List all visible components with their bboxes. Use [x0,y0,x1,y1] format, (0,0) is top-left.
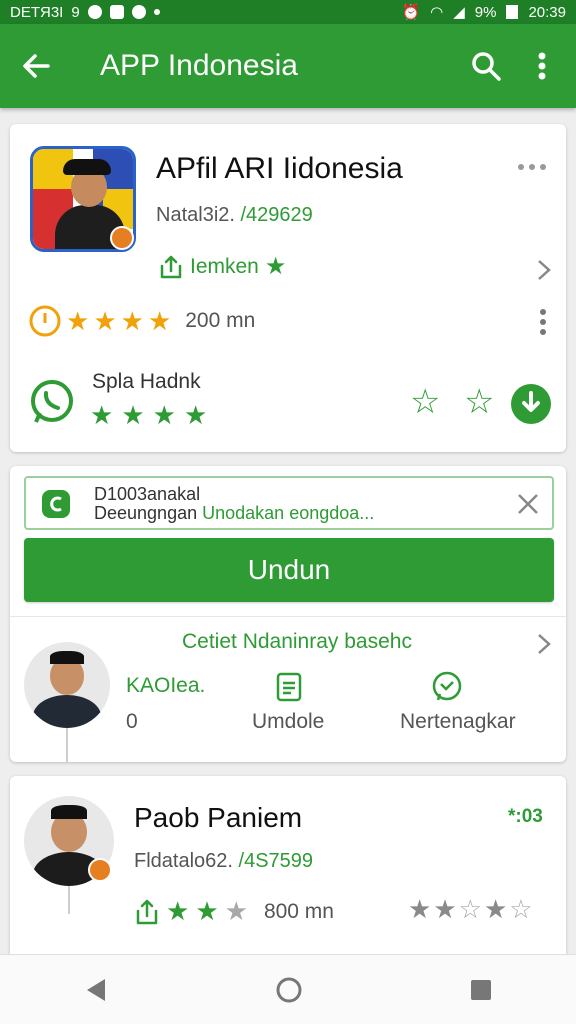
review-star: ★ [483,894,508,924]
status-bar: DETЯ3I 9 ⏰ ◠ ◢ 9% 20:39 [0,0,576,24]
rating-star: ★ [147,305,172,336]
badge-icon [88,858,112,882]
green-star: ★ [152,400,176,430]
rating-row: ★ ★ ★ 800 mn [134,896,334,927]
col1-value: 0 [126,710,138,733]
battery-text: 9% [474,3,497,21]
tag-label: Iemken [190,254,259,278]
favorite-star-outline-icon[interactable]: ☆ [410,382,440,422]
share-icon [136,899,158,924]
tag-row[interactable]: Iemken ★ [158,252,286,281]
app-bar: APP Indonesia [0,24,576,108]
search-line2: Deeungngan Unodakan eongdoa... [94,503,374,524]
chevron-right-icon[interactable] [536,632,552,656]
overflow-menu-button[interactable] [514,24,570,108]
star-icon: ★ [264,253,287,280]
more-vert-icon[interactable] [538,308,548,336]
back-button[interactable] [0,24,72,108]
green-star: ★ [183,400,208,430]
notification-icon [87,5,102,19]
chevron-right-icon[interactable] [536,258,552,282]
nav-home-icon[interactable] [275,976,303,1004]
alarm-icon: ⏰ [401,4,421,21]
search-box[interactable]: D1003anakal Deeungngan Unodakan eongdoa.… [24,476,554,530]
review-star-empty: ☆ [458,894,482,924]
nav-back-icon[interactable] [83,976,109,1004]
rating-star-empty: ★ [224,896,248,926]
app-badge-icon [42,490,70,518]
share-icon [160,255,182,278]
app-subtitle: Fldatalo62. /4S7599 [134,850,313,873]
close-icon[interactable] [516,492,540,516]
clock: 20:39 [528,3,566,21]
subtitle-prefix: Fldatalo62. [134,850,233,872]
subtitle-code: /429629 [240,204,313,226]
green-star: ★ [121,400,145,430]
carrier-label: DETЯ3I [10,3,64,21]
system-nav-bar [0,954,576,1024]
notification-glyph: 9 [71,3,80,21]
review-star: ★ [408,894,432,924]
more-horiz-icon[interactable] [516,162,548,172]
dot-icon [153,9,160,15]
favorite-star-outline-icon[interactable]: ☆ [464,382,494,422]
row-label: Spla Hadnk [92,370,201,393]
col2-label: Umdole [252,710,325,733]
divider [10,616,566,617]
col1-label: KAOIea. [126,674,206,697]
col3-label: Nertenagkar [400,710,516,733]
details-link[interactable]: Cetiet Ndaninray basehc [182,630,412,654]
avatar-stem [68,886,70,914]
app-subtitle: Natal3i2. /429629 [156,204,313,227]
document-icon[interactable] [276,672,302,702]
battery-icon [506,5,519,19]
app-title: Paob Paniem [134,802,303,833]
badge-icon [110,226,134,250]
gallery-icon [109,5,124,19]
rating-star: ★ [120,305,144,336]
timer-icon [29,305,61,337]
rating-star: ★ [66,305,90,336]
record-icon [131,5,146,19]
review-star-empty: ☆ [509,894,533,924]
download-icon[interactable] [510,383,552,425]
rating-size: 200 mn [185,309,256,332]
detail-card: D1003anakal Deeungngan Unodakan eongdoa.… [10,466,566,762]
search-line1: D1003anakal [94,484,201,504]
nav-recents-icon[interactable] [469,978,493,1002]
subtitle-prefix: Natal3i2. [156,204,235,226]
avatar[interactable] [24,642,110,728]
review-stars: ★ ★ ☆ ★ ☆ [408,894,533,925]
more-vert-icon [538,52,546,80]
app-card[interactable]: APfil ARI Iidonesia Natal3i2. /429629 Ie… [10,124,566,452]
app-size: 800 mn [263,899,334,923]
price-badge: *:03 [508,806,543,827]
review-star: ★ [433,894,457,924]
rating-star: ★ [93,305,117,336]
search-icon [472,52,501,81]
back-arrow-icon [23,54,50,78]
app-card[interactable]: Paob Paniem *:03 Fldatalo62. /4S7599 ★ ★… [10,776,566,976]
chat-icon[interactable] [430,670,464,704]
subtitle-code: /4S7599 [238,850,314,872]
app-title: APfil ARI Iidonesia [156,152,403,185]
rating-star: ★ [195,896,219,926]
search-line2-link: Unodakan eongdoa... [202,503,375,523]
signal-icon: ◢ [453,4,465,21]
search-line2-prefix: Deeungngan [94,503,198,523]
avatar-stem [66,728,68,762]
green-star: ★ [90,400,114,430]
search-button[interactable] [458,24,514,108]
row-stars: ★ ★ ★ ★ [90,400,207,431]
download-button[interactable]: Undun [24,538,554,602]
page-title: APP Indonesia [100,49,298,82]
whatsapp-icon [31,380,73,423]
rating-star: ★ [166,896,190,926]
rating-row: ★ ★ ★ ★ 200 mn [28,304,255,338]
wifi-icon: ◠ [430,4,444,21]
